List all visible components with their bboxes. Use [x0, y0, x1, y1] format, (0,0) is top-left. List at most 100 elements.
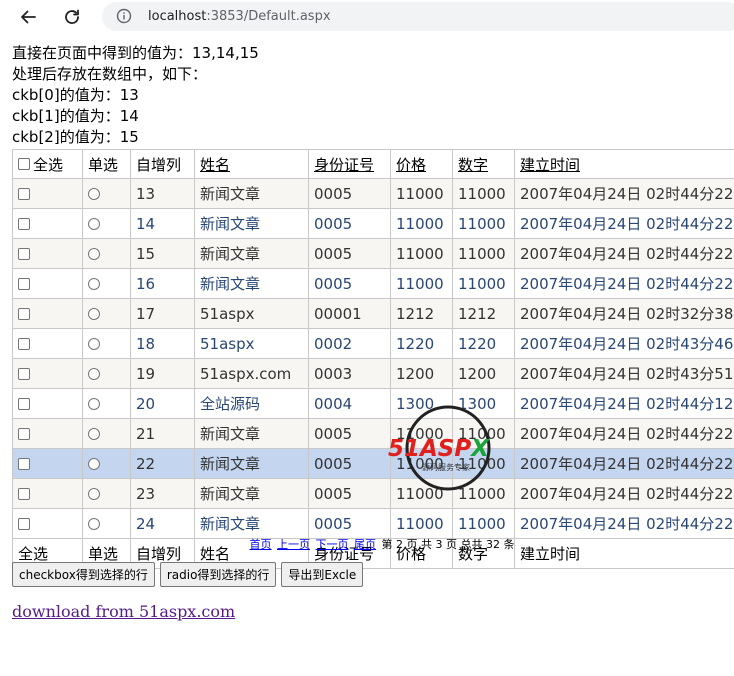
table-row[interactable]: 17 51aspx 00001 1212 1212 2007年04月24日 02时32分3… — [12, 298, 734, 329]
row-checkbox-cell[interactable] — [12, 328, 83, 359]
cell-created: 2007年04月24日 02时44分22秒 — [514, 178, 734, 209]
row-checkbox[interactable] — [18, 428, 30, 440]
cell-id-card: 0005 — [308, 448, 391, 479]
row-checkbox-cell[interactable] — [12, 418, 83, 449]
url-text[interactable]: localhost:3853/Default.aspx — [148, 8, 331, 25]
price-sort-link[interactable]: 价格 — [396, 156, 426, 174]
row-radio[interactable] — [88, 398, 100, 410]
row-radio[interactable] — [88, 278, 100, 290]
price-header[interactable]: 价格 — [390, 149, 453, 179]
table-row[interactable]: 22 新闻文章 0005 11000 11000 2007年04月24日 02时44分22… — [12, 448, 734, 479]
pager-prev-link[interactable]: 上一页 — [277, 538, 310, 551]
table-row[interactable]: 23 新闻文章 0005 11000 11000 2007年04月24日 02时44分22… — [12, 478, 734, 509]
row-checkbox[interactable] — [18, 248, 30, 260]
download-link[interactable]: download from 51aspx.com — [12, 602, 235, 621]
pager-last-link[interactable]: 尾页 — [354, 538, 376, 551]
table-row[interactable]: 19 51aspx.com 0003 1200 1200 2007年04月24日 02时4… — [12, 358, 734, 389]
back-button[interactable] — [14, 3, 42, 31]
name-header[interactable]: 姓名 — [194, 149, 309, 179]
row-checkbox[interactable] — [18, 518, 30, 530]
info-icon[interactable] — [116, 8, 132, 24]
cell-id-card: 0005 — [308, 208, 391, 239]
row-radio-cell[interactable] — [82, 508, 131, 539]
row-checkbox-cell[interactable] — [12, 388, 83, 419]
radio-rows-button[interactable]: radio得到选择的行 — [159, 562, 277, 587]
select-all-checkbox[interactable] — [18, 158, 30, 170]
row-radio[interactable] — [88, 488, 100, 500]
row-radio-cell[interactable] — [82, 178, 131, 209]
row-checkbox[interactable] — [18, 308, 30, 320]
row-radio[interactable] — [88, 428, 100, 440]
row-radio-cell[interactable] — [82, 328, 131, 359]
table-row[interactable]: 13 新闻文章 0005 11000 11000 2007年04月24日 02时44分22… — [12, 178, 734, 209]
row-radio[interactable] — [88, 458, 100, 470]
row-checkbox-cell[interactable] — [12, 238, 83, 269]
row-radio[interactable] — [88, 188, 100, 200]
created-sort-link[interactable]: 建立时间 — [520, 156, 580, 174]
select-all-header[interactable]: 全选 — [12, 149, 83, 179]
row-checkbox-cell[interactable] — [12, 268, 83, 299]
row-checkbox-cell[interactable] — [12, 448, 83, 479]
cell-name: 全站源码 — [194, 388, 309, 419]
cell-price: 11000 — [390, 208, 453, 239]
cell-created: 2007年04月24日 02时44分22秒 — [514, 268, 734, 299]
id-card-header[interactable]: 身份证号 — [308, 149, 391, 179]
table-row[interactable]: 14 新闻文章 0005 11000 11000 2007年04月24日 02时44分22… — [12, 208, 734, 239]
row-radio[interactable] — [88, 308, 100, 320]
table-row[interactable]: 20 全站源码 0004 1300 1300 2007年04月24日 02时44分12秒 — [12, 388, 734, 419]
table-row[interactable]: 15 新闻文章 0005 11000 11000 2007年04月24日 02时44分22… — [12, 238, 734, 269]
cell-price: 11000 — [390, 478, 453, 509]
row-radio-cell[interactable] — [82, 208, 131, 239]
row-radio-cell[interactable] — [82, 358, 131, 389]
address-bar[interactable]: localhost:3853/Default.aspx — [102, 2, 734, 31]
cell-price: 1200 — [390, 358, 453, 389]
table-row[interactable]: 21 新闻文章 0005 11000 11000 2007年04月24日 02时44分22… — [12, 418, 734, 449]
export-excel-button[interactable]: 导出到Excle — [281, 562, 364, 587]
table-row[interactable]: 16 新闻文章 0005 11000 11000 2007年04月24日 02时44分22… — [12, 268, 734, 299]
row-radio[interactable] — [88, 368, 100, 380]
row-radio-cell[interactable] — [82, 448, 131, 479]
row-radio-cell[interactable] — [82, 418, 131, 449]
table-row[interactable]: 18 51aspx 0002 1220 1220 2007年04月24日 02时43分46… — [12, 328, 734, 359]
id-card-sort-link[interactable]: 身份证号 — [314, 156, 374, 174]
row-checkbox-cell[interactable] — [12, 478, 83, 509]
row-radio-cell[interactable] — [82, 388, 131, 419]
created-header[interactable]: 建立时间 — [514, 149, 734, 179]
row-radio-cell[interactable] — [82, 268, 131, 299]
row-radio-cell[interactable] — [82, 478, 131, 509]
row-checkbox[interactable] — [18, 278, 30, 290]
row-checkbox[interactable] — [18, 458, 30, 470]
cell-price: 11000 — [390, 238, 453, 269]
row-radio[interactable] — [88, 518, 100, 530]
row-checkbox-cell[interactable] — [12, 208, 83, 239]
name-sort-link[interactable]: 姓名 — [200, 156, 230, 174]
row-radio-cell[interactable] — [82, 298, 131, 329]
number-header[interactable]: 数字 — [452, 149, 515, 179]
cell-id: 21 — [130, 418, 195, 449]
row-checkbox[interactable] — [18, 338, 30, 350]
row-radio-cell[interactable] — [82, 238, 131, 269]
number-sort-link[interactable]: 数字 — [458, 156, 488, 174]
cell-name: 新闻文章 — [194, 418, 309, 449]
row-checkbox[interactable] — [18, 398, 30, 410]
row-checkbox[interactable] — [18, 368, 30, 380]
cell-number: 11000 — [452, 448, 515, 479]
row-checkbox-cell[interactable] — [12, 178, 83, 209]
browser-toolbar: localhost:3853/Default.aspx — [0, 0, 734, 34]
row-checkbox[interactable] — [18, 188, 30, 200]
cell-id: 19 — [130, 358, 195, 389]
row-checkbox[interactable] — [18, 488, 30, 500]
row-radio[interactable] — [88, 248, 100, 260]
cell-created: 2007年04月24日 02时32分38秒 — [514, 298, 734, 329]
row-checkbox-cell[interactable] — [12, 298, 83, 329]
row-checkbox[interactable] — [18, 218, 30, 230]
reload-button[interactable] — [58, 3, 86, 31]
row-checkbox-cell[interactable] — [12, 358, 83, 389]
pager-first-link[interactable]: 首页 — [250, 538, 272, 551]
table-row[interactable]: 24 新闻文章 0005 11000 11000 2007年04月24日 02时44分22… — [12, 508, 734, 539]
row-checkbox-cell[interactable] — [12, 508, 83, 539]
row-radio[interactable] — [88, 338, 100, 350]
checkbox-rows-button[interactable]: checkbox得到选择的行 — [12, 562, 155, 587]
row-radio[interactable] — [88, 218, 100, 230]
pager-next-link[interactable]: 下一页 — [316, 538, 349, 551]
